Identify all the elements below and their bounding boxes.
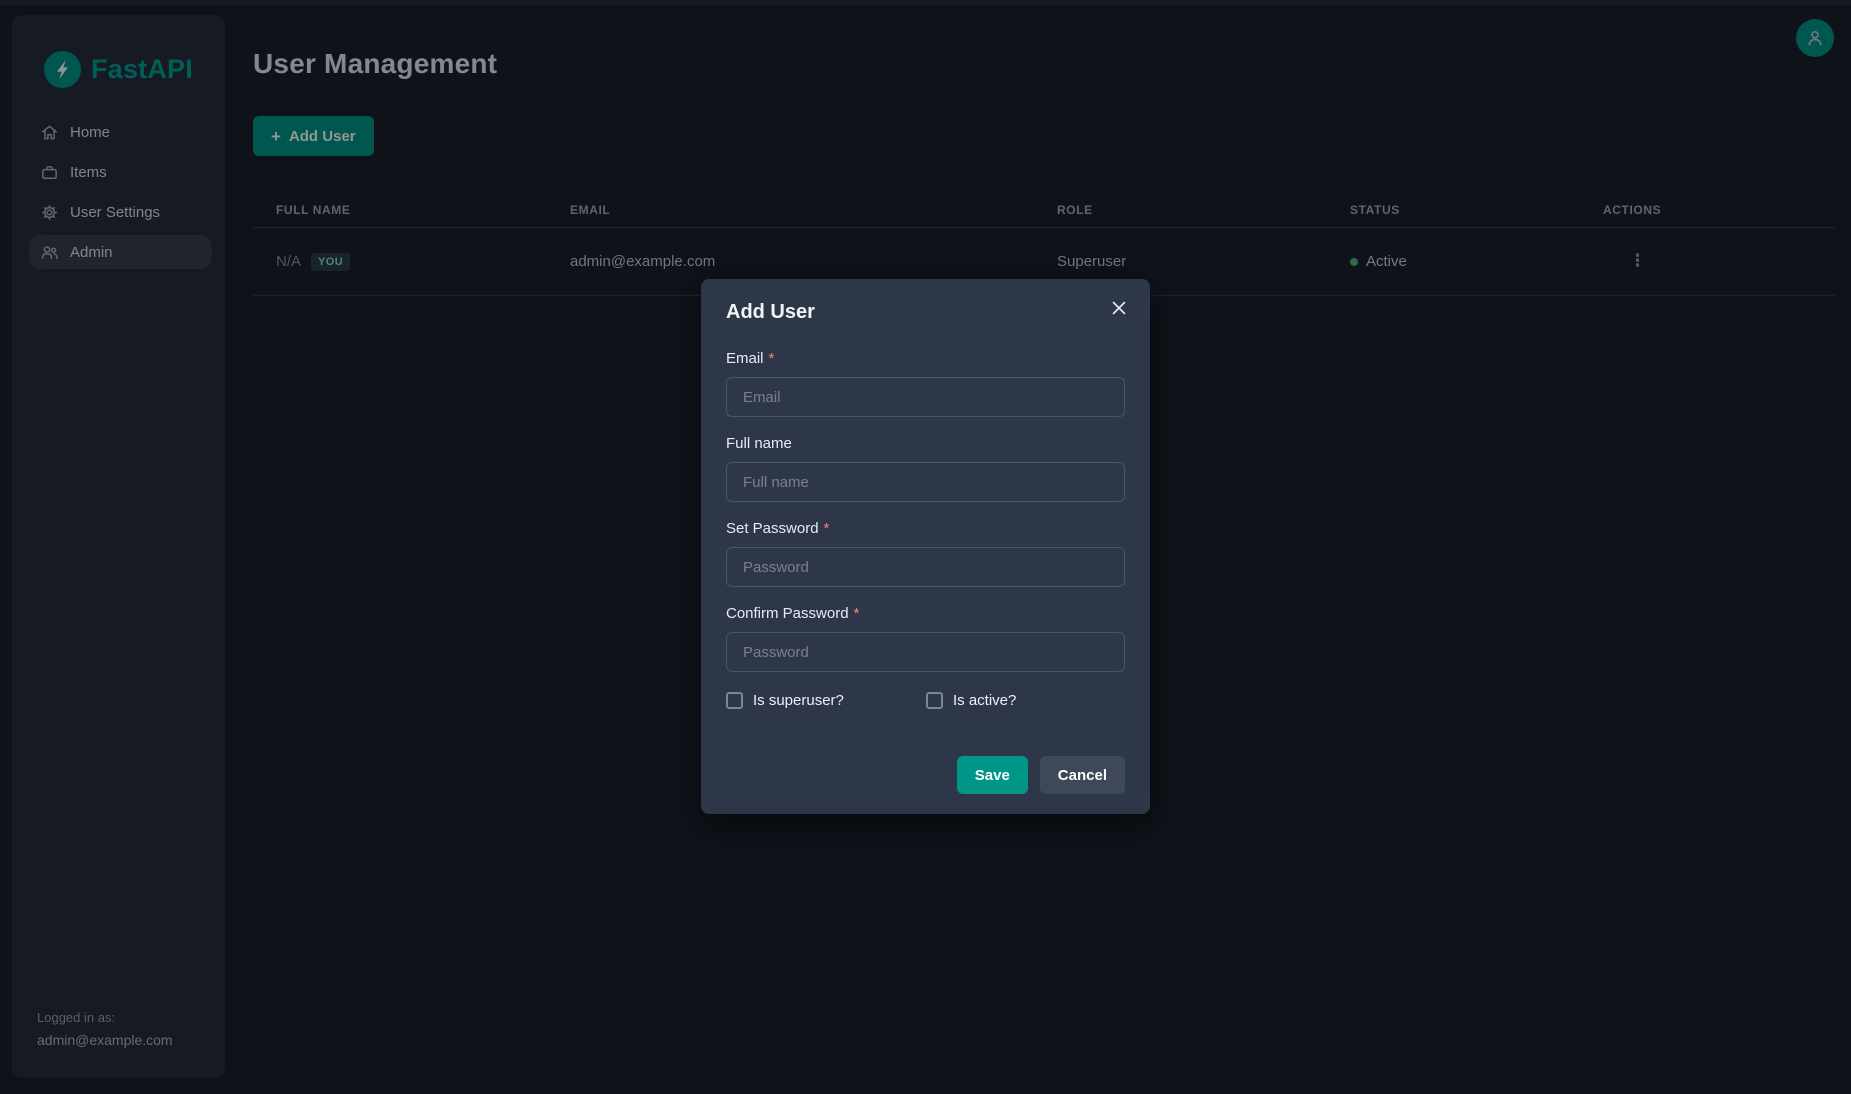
required-marker: *: [824, 520, 830, 537]
is-active-checkbox[interactable]: Is active?: [926, 692, 1125, 709]
checkbox-icon[interactable]: [926, 692, 943, 709]
confirm-password-label: Confirm Password*: [726, 605, 1125, 622]
full-name-field-group: Full name: [726, 435, 1125, 502]
full-name-input[interactable]: [726, 462, 1125, 502]
app-root: FastAPI Home Items User Settin: [0, 0, 1851, 1094]
modal-title: Add User: [726, 301, 1125, 324]
full-name-label: Full name: [726, 435, 1125, 452]
cancel-button[interactable]: Cancel: [1040, 756, 1125, 794]
modal-footer: Save Cancel: [726, 756, 1125, 794]
set-password-input[interactable]: [726, 547, 1125, 587]
is-superuser-checkbox[interactable]: Is superuser?: [726, 692, 926, 709]
close-icon: [1112, 301, 1126, 315]
set-password-field-group: Set Password*: [726, 520, 1125, 587]
modal-body: Email* Full name Set Password* Confirm P…: [726, 350, 1125, 794]
checkbox-row: Is superuser? Is active?: [726, 692, 1125, 709]
checkbox-icon[interactable]: [726, 692, 743, 709]
email-label: Email*: [726, 350, 1125, 367]
email-input[interactable]: [726, 377, 1125, 417]
add-user-modal: Add User Email* Full name Set P: [701, 279, 1150, 814]
confirm-password-input[interactable]: [726, 632, 1125, 672]
required-marker: *: [769, 350, 775, 367]
is-superuser-label[interactable]: Is superuser?: [753, 692, 844, 709]
set-password-label: Set Password*: [726, 520, 1125, 537]
modal-close-button[interactable]: [1106, 295, 1132, 321]
required-marker: *: [854, 605, 860, 622]
save-button[interactable]: Save: [957, 756, 1028, 794]
confirm-password-field-group: Confirm Password*: [726, 605, 1125, 672]
is-active-label[interactable]: Is active?: [953, 692, 1016, 709]
email-field-group: Email*: [726, 350, 1125, 417]
